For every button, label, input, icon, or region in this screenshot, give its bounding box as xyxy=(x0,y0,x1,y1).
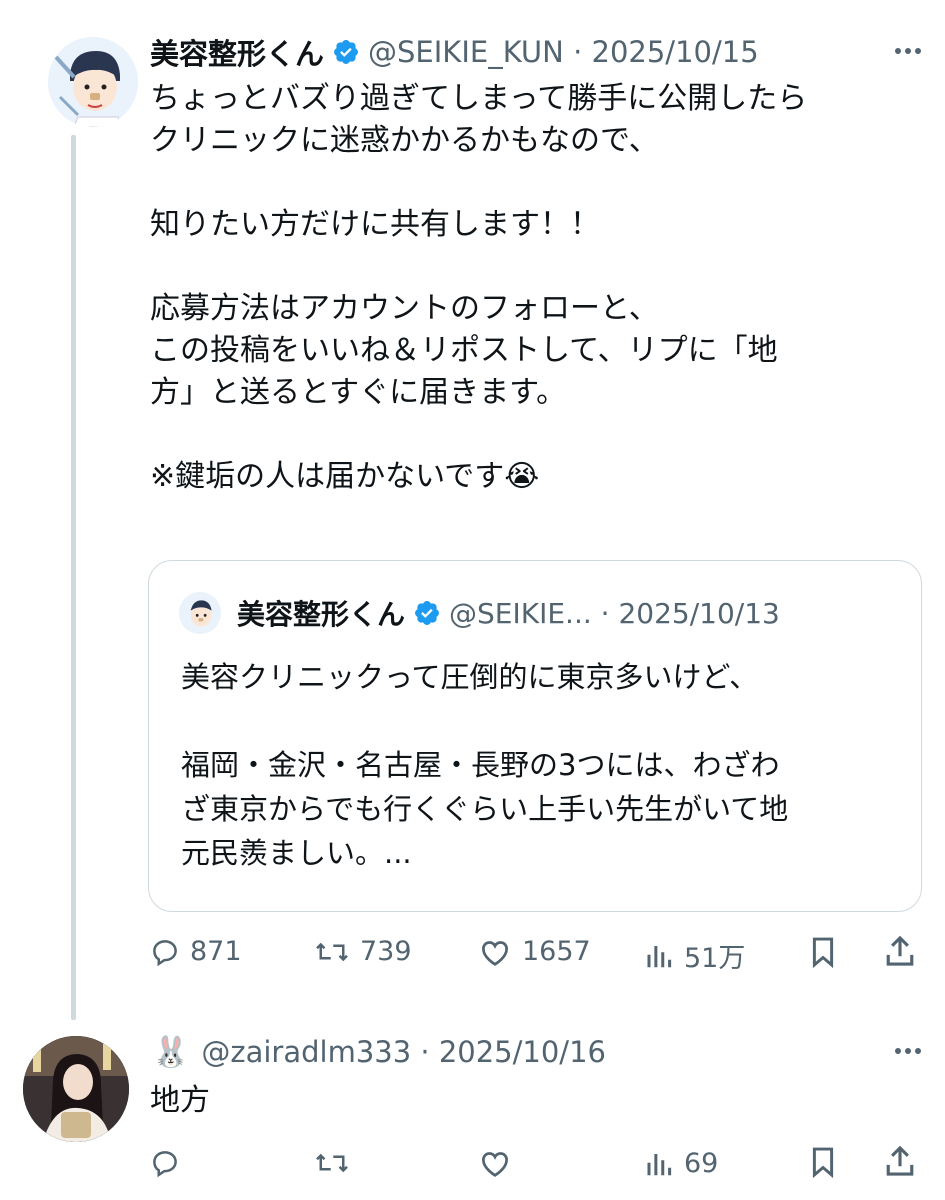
reply-author-avatar[interactable] xyxy=(23,1036,129,1142)
share-icon xyxy=(884,934,916,968)
quoted-tweet-text: 美容クリニックって圧倒的に東京多いけど、 福岡・金沢・名古屋・長野の3つには、わ… xyxy=(181,660,789,870)
like-count: 1657 xyxy=(522,936,591,967)
author-name[interactable]: 美容整形くん xyxy=(150,31,324,73)
quoted-author-avatar xyxy=(179,592,221,634)
tweet-header: 美容整形くん @SEIKIE_KUN · 2025/10/15 xyxy=(150,30,925,74)
reply-button[interactable]: 871 xyxy=(150,936,242,967)
like-icon xyxy=(478,937,512,967)
quoted-author-name: 美容整形くん xyxy=(237,598,406,631)
reply-reply-button[interactable] xyxy=(150,1148,180,1178)
verified-badge-icon xyxy=(332,38,360,66)
share-button[interactable] xyxy=(884,934,916,968)
bookmark-button[interactable] xyxy=(808,936,838,968)
quoted-tweet[interactable]: 美容整形くん @SEIKIE... · 2025/10/13 美容クリニックって… xyxy=(148,560,922,912)
tweet-text: ちょっとバズり過ぎてしまって勝手に公開したら クリニックに迷惑かかるかもなので、… xyxy=(150,81,808,494)
views-count: 51万 xyxy=(684,943,746,974)
views-icon xyxy=(644,1149,674,1179)
like-button[interactable]: 1657 xyxy=(478,936,591,967)
reply-share-button[interactable] xyxy=(884,1144,916,1178)
quoted-tweet-header: 美容整形くん @SEIKIE... · 2025/10/13 xyxy=(179,591,780,635)
author-avatar[interactable] xyxy=(48,37,138,127)
views-icon xyxy=(644,941,674,971)
reply-author-emoji[interactable]: 🐰 xyxy=(152,1035,189,1070)
more-icon[interactable] xyxy=(891,1036,925,1066)
reply-like-button[interactable] xyxy=(478,1148,512,1178)
like-icon xyxy=(478,1148,512,1178)
repost-button[interactable]: 739 xyxy=(314,936,412,967)
reply-count: 871 xyxy=(190,936,242,967)
reply-views-count: 69 xyxy=(684,1148,719,1179)
reply-text: 地方 xyxy=(150,1083,210,1118)
bookmark-icon xyxy=(808,936,838,968)
views-button[interactable]: 51万 xyxy=(644,936,745,975)
more-icon[interactable] xyxy=(891,36,925,66)
bookmark-icon xyxy=(808,1146,838,1178)
repost-icon xyxy=(314,937,350,967)
reply-icon xyxy=(150,937,180,967)
author-handle-date[interactable]: @SEIKIE_KUN · 2025/10/15 xyxy=(368,35,759,69)
repost-icon xyxy=(314,1148,350,1178)
verified-badge-icon xyxy=(413,599,441,627)
quoted-handle-date: @SEIKIE... · 2025/10/13 xyxy=(449,596,780,630)
share-icon xyxy=(884,1144,916,1178)
reply-handle-date[interactable]: @zairadlm333 · 2025/10/16 xyxy=(201,1035,606,1069)
reply-views-button[interactable]: 69 xyxy=(644,1148,718,1179)
reply-bookmark-button[interactable] xyxy=(808,1146,838,1178)
repost-count: 739 xyxy=(360,936,412,967)
reply-header: 🐰 @zairadlm333 · 2025/10/16 xyxy=(152,1030,925,1074)
reply-repost-button[interactable] xyxy=(314,1148,350,1178)
reply-icon xyxy=(150,1148,180,1178)
thread-line xyxy=(71,135,76,1020)
